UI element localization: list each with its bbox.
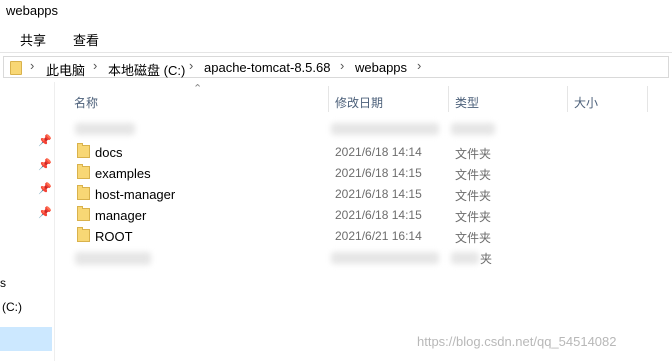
breadcrumb-this-pc[interactable]: 此电脑 [46, 60, 85, 79]
file-name: manager [95, 208, 147, 223]
folder-icon [77, 164, 90, 179]
ribbon: 共享 查看 [0, 22, 672, 53]
file-type-fragment: 夹 [480, 252, 493, 266]
breadcrumb-webapps[interactable]: webapps [355, 60, 407, 75]
pin-icon[interactable]: 📌 [38, 182, 52, 195]
file-date: 2021/6/18 14:14 [335, 145, 422, 159]
list-item[interactable]: host-manager 2021/6/18 14:15 文件夹 [55, 183, 672, 204]
file-name: docs [95, 145, 123, 160]
chevron-right-icon[interactable]: › [93, 58, 97, 73]
address-bar[interactable]: › 此电脑 › 本地磁盘 (C:) › apache-tomcat-8.5.68… [0, 56, 672, 80]
list-item-blurred[interactable]: 夹 [55, 246, 672, 267]
folder-icon [77, 185, 90, 200]
column-name[interactable]: 名称 [74, 94, 98, 111]
pin-icon[interactable]: 📌 [38, 158, 52, 171]
file-date: 2021/6/21 16:14 [335, 229, 422, 243]
list-item[interactable]: ROOT 2021/6/21 16:14 文件夹 [55, 225, 672, 246]
pin-icon[interactable]: 📌 [38, 134, 52, 147]
sidebar-selected-item[interactable] [0, 327, 52, 351]
tab-view[interactable]: 查看 [73, 30, 99, 49]
file-name: examples [95, 166, 151, 181]
window-title: webapps [6, 3, 59, 18]
file-type: 文件夹 [455, 147, 492, 161]
chevron-right-icon[interactable]: › [340, 58, 344, 73]
file-type: 文件夹 [455, 168, 492, 182]
column-size[interactable]: 大小 [574, 94, 598, 111]
column-divider[interactable] [567, 86, 568, 112]
chevron-right-icon[interactable]: › [30, 58, 34, 73]
folder-icon [77, 143, 90, 158]
file-date: 2021/6/18 14:15 [335, 187, 422, 201]
sidebar-item-partial[interactable]: s [0, 276, 6, 290]
column-divider[interactable] [448, 86, 449, 112]
file-name: ROOT [95, 229, 133, 244]
folder-icon [77, 227, 90, 242]
file-type: 文件夹 [455, 189, 492, 203]
column-date[interactable]: 修改日期 [335, 94, 383, 111]
tab-share[interactable]: 共享 [20, 30, 46, 49]
folder-icon [77, 206, 90, 221]
file-date: 2021/6/18 14:15 [335, 166, 422, 180]
column-divider[interactable] [647, 86, 648, 112]
sidebar-item-drive[interactable]: (C:) [2, 300, 22, 314]
file-type: 文件夹 [455, 210, 492, 224]
list-item-blurred[interactable] [55, 118, 672, 139]
file-type: 文件夹 [455, 231, 492, 245]
list-item[interactable]: docs 2021/6/18 14:14 文件夹 [55, 141, 672, 162]
watermark: https://blog.csdn.net/qq_54514082 [417, 334, 617, 349]
list-item[interactable]: examples 2021/6/18 14:15 文件夹 [55, 162, 672, 183]
file-date: 2021/6/18 14:15 [335, 208, 422, 222]
file-name: host-manager [95, 187, 176, 202]
column-header: ⌃ 名称 修改日期 类型 大小 [55, 82, 672, 112]
address-box[interactable]: › 此电脑 › 本地磁盘 (C:) › apache-tomcat-8.5.68… [3, 56, 669, 78]
navigation-pane: 📌 📌 📌 📌 s (C:) [0, 82, 55, 361]
pin-icon[interactable]: 📌 [38, 206, 52, 219]
breadcrumb-local-disk[interactable]: 本地磁盘 (C:) [108, 60, 185, 79]
chevron-right-icon[interactable]: › [417, 58, 421, 73]
column-divider[interactable] [328, 86, 329, 112]
sort-up-icon: ⌃ [193, 83, 203, 95]
column-type[interactable]: 类型 [455, 94, 479, 111]
chevron-right-icon[interactable]: › [189, 58, 193, 73]
folder-icon [10, 61, 22, 75]
breadcrumb-tomcat[interactable]: apache-tomcat-8.5.68 [204, 60, 330, 75]
list-item[interactable]: manager 2021/6/18 14:15 文件夹 [55, 204, 672, 225]
title-bar: webapps [0, 0, 672, 22]
